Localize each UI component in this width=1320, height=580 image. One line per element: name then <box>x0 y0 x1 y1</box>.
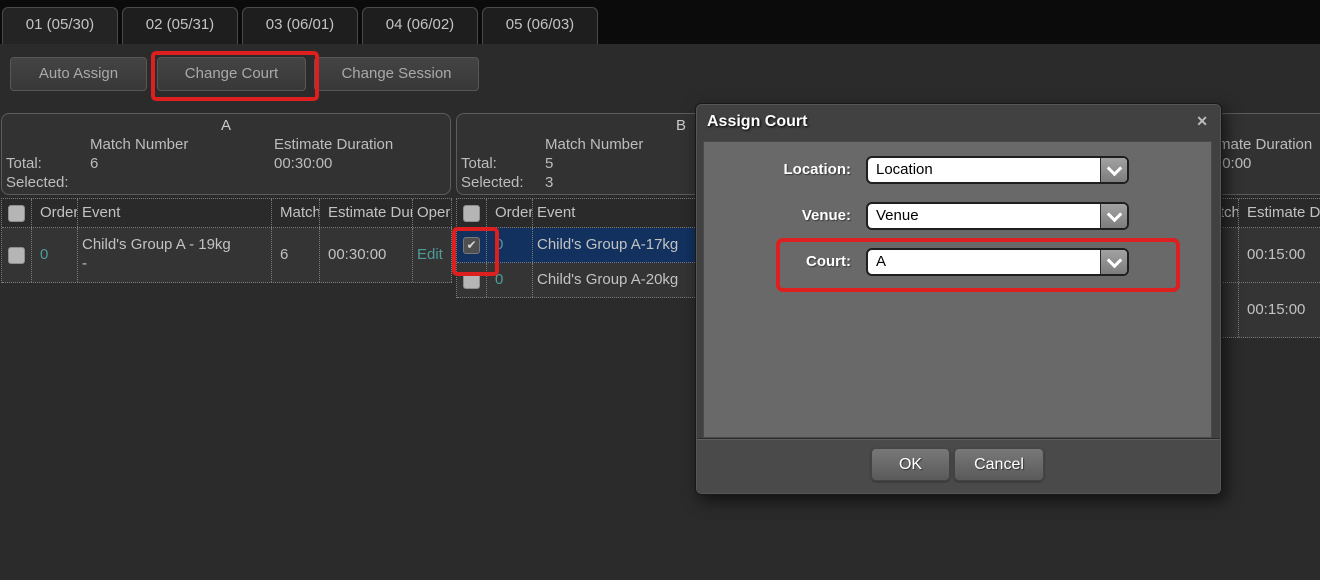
location-label: Location: <box>704 156 851 184</box>
match-cell: 6 <box>272 228 320 282</box>
selected-label: Selected: <box>461 174 524 191</box>
tab-day-04[interactable]: 04 (06/02) <box>362 7 478 44</box>
court-value: A <box>876 250 886 274</box>
row-checkbox[interactable] <box>8 247 25 264</box>
order-cell: 0 <box>487 228 533 262</box>
panel-a-label: A <box>2 117 450 134</box>
table-row[interactable]: 0 Child's Group A - 19kg - 6 00:30:00 Edi… <box>2 228 452 283</box>
total-match-number: 5 <box>545 155 553 172</box>
column-match: Match <box>272 199 320 227</box>
total-label: Total: <box>6 155 42 172</box>
app-window: 01 (05/30) 02 (05/31) 03 (06/01) 04 (06/… <box>0 0 1320 580</box>
select-all-checkbox[interactable] <box>463 205 480 222</box>
match-number-column-label: Match Number <box>90 136 188 153</box>
total-label: Total: <box>461 155 497 172</box>
edit-link[interactable]: Edit <box>413 228 452 282</box>
column-order: Order <box>487 199 533 227</box>
checkmark-icon: ✔ <box>466 238 476 252</box>
tab-day-01[interactable]: 01 (05/30) <box>2 7 118 44</box>
column-operation: Operation <box>413 199 452 227</box>
tab-day-05[interactable]: 05 (06/03) <box>482 7 598 44</box>
event-name-cont: - <box>82 255 87 272</box>
venue-value: Venue <box>876 204 919 228</box>
column-event: Event <box>78 199 272 227</box>
match-number-column-label: Match Number <box>545 136 643 153</box>
row-checkbox-checked[interactable]: ✔ <box>463 237 480 254</box>
tab-day-02[interactable]: 02 (05/31) <box>122 7 238 44</box>
dialog-body: Location: Location Venue: Venue Court: A <box>703 141 1212 438</box>
cancel-button[interactable]: Cancel <box>954 448 1044 481</box>
assign-court-dialog: Assign Court ✕ Location: Location Venue:… <box>695 103 1222 495</box>
panel-a-table: Order Event Match Estimate Duration Oper… <box>1 198 452 283</box>
total-estimate-duration: 00:30:00 <box>274 155 332 172</box>
change-session-button[interactable]: Change Session <box>314 57 479 91</box>
table-header-row: Order Event Match Estimate Duration Oper… <box>2 199 452 228</box>
auto-assign-button[interactable]: Auto Assign <box>10 57 147 91</box>
court-label: Court: <box>704 248 851 276</box>
selected-label: Selected: <box>6 174 69 191</box>
column-estimate-duration: Estimate Duration <box>1239 199 1320 227</box>
order-cell: 0 <box>487 263 533 297</box>
event-cell: Child's Group A - 19kg - <box>78 228 272 282</box>
court-select[interactable]: A <box>866 248 1129 276</box>
row-checkbox[interactable] <box>463 272 480 289</box>
dialog-title: Assign Court <box>696 104 1221 141</box>
court-panel-a: A Match Number Estimate Duration Total: … <box>1 113 451 195</box>
chevron-down-icon[interactable] <box>1100 250 1127 274</box>
event-name: Child's Group A - 19kg <box>82 236 231 253</box>
selected-match-number: 3 <box>545 174 553 191</box>
ok-button[interactable]: OK <box>871 448 950 481</box>
location-select[interactable]: Location <box>866 156 1129 184</box>
estimate-cell: 00:15:00 <box>1239 228 1320 282</box>
tab-day-03[interactable]: 03 (06/01) <box>242 7 358 44</box>
estimate-duration-column-label: Estimate Duration <box>274 136 393 153</box>
panel-a-summary: A Match Number Estimate Duration Total: … <box>1 113 451 195</box>
column-estimate-duration: Estimate Duration <box>320 199 413 227</box>
order-cell: 0 <box>32 228 78 282</box>
location-value: Location <box>876 158 933 182</box>
day-tabs: 01 (05/30) 02 (05/31) 03 (06/01) 04 (06/… <box>2 7 598 44</box>
estimate-cell: 00:30:00 <box>320 228 413 282</box>
change-court-button[interactable]: Change Court <box>157 57 306 91</box>
total-match-number: 6 <box>90 155 98 172</box>
estimate-cell: 00:15:00 <box>1239 283 1320 337</box>
dialog-footer: OK Cancel <box>697 438 1220 493</box>
chevron-down-icon[interactable] <box>1100 204 1127 228</box>
column-order: Order <box>32 199 78 227</box>
select-all-checkbox[interactable] <box>8 205 25 222</box>
venue-select[interactable]: Venue <box>866 202 1129 230</box>
close-icon[interactable]: ✕ <box>1196 113 1208 130</box>
venue-label: Venue: <box>704 202 851 230</box>
chevron-down-icon[interactable] <box>1100 158 1127 182</box>
